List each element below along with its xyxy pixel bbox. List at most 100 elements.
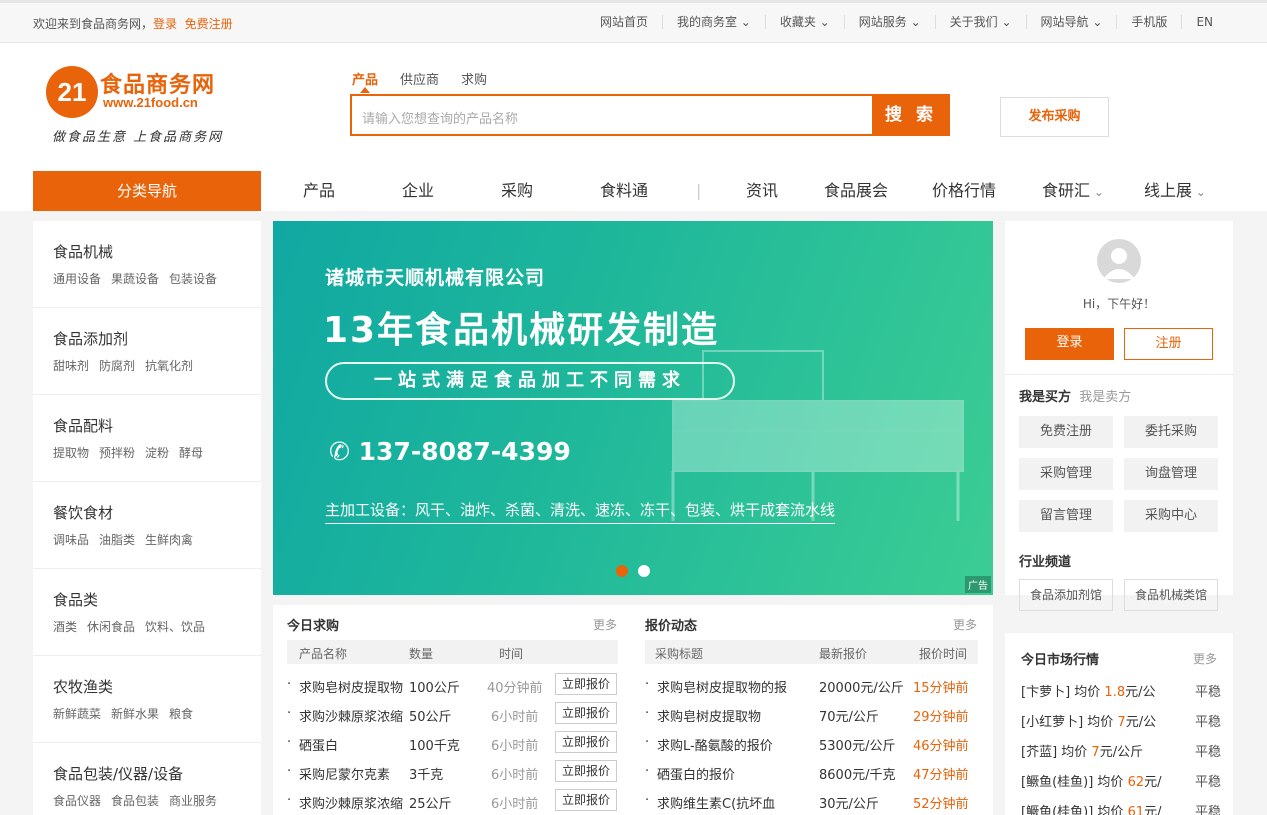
category-sub[interactable]: 食品仪器 [53,794,101,808]
category-item[interactable]: 农牧渔类 新鲜蔬菜 新鲜水果 粮食 [33,656,261,743]
table-row[interactable]: · 求购皂树皮提取物 100公斤 40分钟前 立即报价 [287,671,618,700]
table-row[interactable]: · 求购L-酪氨酸的报价 5300元/公斤 46分钟前 [645,729,978,758]
purchase-center-button[interactable]: 采购中心 [1124,500,1218,532]
category-title[interactable]: 食品机械 [53,241,261,262]
category-item[interactable]: 食品包装/仪器/设备 食品仪器 食品包装 商业服务 [33,743,261,815]
free-register-button[interactable]: 免费注册 [1019,416,1113,448]
publish-purchase-button[interactable]: 发布采购 [1000,97,1109,137]
top-link-en[interactable]: EN [1181,15,1227,29]
table-row[interactable]: · 求购沙棘原浆浓缩 25公斤 6小时前 立即报价 [287,787,618,815]
category-sub[interactable]: 包装设备 [169,272,217,286]
list-item[interactable]: [小红萝卜] 均价 7元/公 平稳 [1021,711,1221,741]
top-link-favorites[interactable]: 收藏夹 ⌄ [764,15,844,29]
tab-seller[interactable]: 我是卖方 [1079,390,1131,405]
message-manage-button[interactable]: 留言管理 [1019,500,1113,532]
category-nav-button[interactable]: 分类导航 [33,171,261,211]
table-row[interactable]: · 求购皂树皮提取物的报 20000元/公斤 15分钟前 [645,671,978,700]
top-link-office[interactable]: 我的商务室 ⌄ [661,15,765,29]
table-row[interactable]: · 求购沙棘原浆浓缩 50公斤 6小时前 立即报价 [287,700,618,729]
category-sub[interactable]: 食品包装 [111,794,159,808]
category-item[interactable]: 食品类 酒类 休闲食品 饮料、饮品 [33,569,261,656]
quote-button[interactable]: 立即报价 [555,760,617,782]
category-title[interactable]: 食品类 [53,589,261,610]
category-item[interactable]: 食品添加剂 甜味剂 防腐剂 抗氧化剂 [33,308,261,395]
quote-button[interactable]: 立即报价 [555,731,617,753]
table-row[interactable]: · 硒蛋白的报价 8600元/千克 47分钟前 [645,758,978,787]
category-sub[interactable]: 饮料、饮品 [145,620,205,634]
carousel-dot-active[interactable] [616,565,628,577]
category-item[interactable]: 食品配料 提取物 预拌粉 淀粉 酵母 [33,395,261,482]
category-sub[interactable]: 粮食 [169,707,193,721]
search-tab-supplier[interactable]: 供应商 [400,69,439,88]
category-title[interactable]: 餐饮食材 [53,502,261,523]
carousel-dot[interactable] [638,565,650,577]
search-button[interactable]: 搜 索 [872,94,950,136]
category-sub[interactable]: 调味品 [53,533,89,547]
quote-button[interactable]: 立即报价 [555,702,617,724]
category-item[interactable]: 食品机械 通用设备 果蔬设备 包装设备 [33,221,261,308]
category-sub[interactable]: 新鲜蔬菜 [53,707,101,721]
category-sub[interactable]: 提取物 [53,446,89,460]
table-row[interactable]: · 求购维生素C(抗坏血 30元/公斤 52分钟前 [645,787,978,815]
nav-products[interactable]: 产品 [303,171,335,211]
nav-shiliaotong[interactable]: 食料通 [600,171,648,211]
nav-news[interactable]: 资讯 [746,171,778,211]
table-row[interactable]: · 采购尼蒙尔克素 3千克 6小时前 立即报价 [287,758,618,787]
market-more-link[interactable]: 更多 [1193,650,1217,667]
category-sub[interactable]: 生鲜肉禽 [145,533,193,547]
top-link-services[interactable]: 网站服务 ⌄ [843,15,935,29]
nav-companies[interactable]: 企业 [402,171,434,211]
category-title[interactable]: 农牧渔类 [53,676,261,697]
inquiry-manage-button[interactable]: 询盘管理 [1124,458,1218,490]
nav-online-expo[interactable]: 线上展 ⌄ [1144,171,1206,212]
top-link-about[interactable]: 关于我们 ⌄ [934,15,1026,29]
category-sub[interactable]: 商业服务 [169,794,217,808]
top-login-link[interactable]: 登录 [153,17,177,31]
ad-banner[interactable]: 诸城市天顺机械有限公司 13年食品机械研发制造 一站式满足食品加工不同需求 ✆ … [273,221,993,595]
search-tab-product[interactable]: 产品 [352,69,378,88]
category-sub[interactable]: 休闲食品 [87,620,135,634]
category-sub[interactable]: 酒类 [53,620,77,634]
top-register-link[interactable]: 免费注册 [185,17,233,31]
category-sub[interactable]: 酵母 [179,446,203,460]
table-row[interactable]: · 硒蛋白 100千克 6小时前 立即报价 [287,729,618,758]
logo-icon[interactable]: 21 [46,66,98,118]
register-button[interactable]: 注册 [1124,328,1213,360]
search-tab-buying[interactable]: 求购 [461,69,487,88]
category-sub[interactable]: 通用设备 [53,272,101,286]
list-item[interactable]: [鳜鱼(桂鱼)] 均价 62元/平稳 [1021,771,1221,801]
category-title[interactable]: 食品配料 [53,415,261,436]
nav-expo[interactable]: 食品展会 [824,171,888,211]
quote-button[interactable]: 立即报价 [555,789,617,811]
category-sub[interactable]: 甜味剂 [53,359,89,373]
login-button[interactable]: 登录 [1025,328,1114,360]
purchase-manage-button[interactable]: 采购管理 [1019,458,1113,490]
tab-buyer[interactable]: 我是买方 [1019,390,1071,405]
top-link-mobile[interactable]: 手机版 [1116,15,1181,29]
industry-additives-button[interactable]: 食品添加剂馆 [1019,579,1113,611]
category-sub[interactable]: 果蔬设备 [111,272,159,286]
nav-prices[interactable]: 价格行情 [932,171,996,211]
category-sub[interactable]: 油脂类 [99,533,135,547]
category-item[interactable]: 餐饮食材 调味品 油脂类 生鲜肉禽 [33,482,261,569]
quotes-more-link[interactable]: 更多 [953,616,977,633]
category-title[interactable]: 食品包装/仪器/设备 [53,763,261,784]
list-item[interactable]: [鳜鱼(桂鱼)] 均价 61元/平稳 [1021,801,1221,815]
industry-machinery-button[interactable]: 食品机械类馆 [1124,579,1218,611]
nav-research[interactable]: 食研汇 ⌄ [1042,171,1104,212]
category-title[interactable]: 食品添加剂 [53,328,261,349]
list-item[interactable]: [卞萝卜] 均价 1.8元/公 平稳 [1021,681,1221,711]
top-link-sitemap[interactable]: 网站导航 ⌄ [1025,15,1117,29]
quote-button[interactable]: 立即报价 [555,673,617,695]
category-sub[interactable]: 新鲜水果 [111,707,159,721]
list-item[interactable]: [芥蓝] 均价 7元/公斤 平稳 [1021,741,1221,771]
entrust-purchase-button[interactable]: 委托采购 [1124,416,1218,448]
top-link-home[interactable]: 网站首页 [586,15,662,29]
category-sub[interactable]: 防腐剂 [99,359,135,373]
nav-purchase[interactable]: 采购 [501,171,533,211]
category-sub[interactable]: 抗氧化剂 [145,359,193,373]
category-sub[interactable]: 淀粉 [145,446,169,460]
search-input[interactable]: 请输入您想查询的产品名称 [362,108,518,127]
purchase-more-link[interactable]: 更多 [593,616,617,633]
category-sub[interactable]: 预拌粉 [99,446,135,460]
